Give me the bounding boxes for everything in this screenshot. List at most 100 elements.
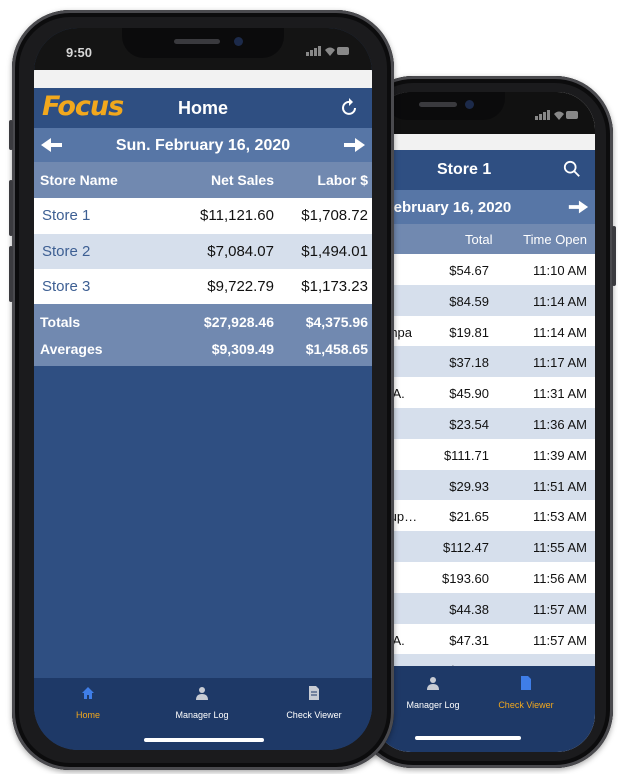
column-labor: Labor $: [317, 172, 368, 188]
totals-row: Totals $27,928.46 $4,375.96: [34, 307, 372, 334]
tab-manager-log[interactable]: Manager Log: [152, 686, 252, 720]
status-icons: [306, 46, 349, 56]
check-time-open: 11:36 AM: [533, 416, 587, 432]
tab-label: Check Viewer: [286, 710, 342, 720]
status-time: 9:50: [66, 45, 93, 60]
net-sales-value: $11,121.60: [200, 207, 274, 224]
tab-check-viewer[interactable]: Check Viewer: [264, 686, 364, 720]
check-time-open: 11:10 AM: [533, 263, 587, 278]
search-icon[interactable]: [563, 160, 581, 178]
notch: [122, 28, 284, 58]
tab-home[interactable]: Home: [38, 686, 138, 720]
tab-label: Check Viewer: [498, 700, 554, 710]
tab-label: Home: [75, 710, 100, 720]
check-time-open: 11:53 AM: [533, 509, 587, 525]
volume-down-button: [9, 246, 13, 302]
check-list: S.$54.6711:10 AM.$84.5911:14 AMcompa$19.…: [373, 254, 595, 686]
check-row[interactable]: .$44.3811:57 AM: [373, 592, 595, 624]
page-title: Home: [177, 98, 228, 118]
check-row[interactable]: Chup… $21.65 11:53 AM: [373, 500, 595, 531]
header: Focus Home: [34, 88, 372, 128]
averages-net-sales: $9,309.49: [211, 341, 274, 357]
refresh-icon[interactable]: [338, 97, 360, 119]
empty-content-area: [34, 366, 372, 678]
tab-label: Manager Log: [175, 710, 229, 720]
check-row[interactable]: N.$23.5411:36 AM: [373, 407, 595, 439]
status-spacer: [34, 70, 372, 88]
check-total: $29.93: [449, 478, 489, 494]
check-row[interactable]: $37.18 11:17 AM: [373, 346, 595, 378]
column-header: Total Time Open: [373, 224, 595, 254]
document-icon: [521, 676, 531, 690]
check-total: $37.18: [449, 355, 489, 371]
check-total: $45.90: [449, 386, 489, 402]
column-total: Total: [465, 232, 493, 247]
check-time-open: 11:31 AM: [533, 386, 587, 402]
summary-section: Totals $27,928.46 $4,375.96 Averages $9,…: [34, 304, 372, 366]
next-date-arrow-icon[interactable]: [567, 198, 589, 216]
check-total: $44.38: [449, 601, 489, 617]
check-time-open: 11:55 AM: [533, 540, 587, 556]
check-total: $23.54: [449, 416, 489, 432]
check-row[interactable]: S.$112.4711:55 AM: [373, 531, 595, 562]
check-row[interactable]: compa$19.8111:14 AM: [373, 316, 595, 347]
front-phone: 9:50 Focus Home Sun. February 16, 2020 S…: [9, 10, 394, 770]
store-row[interactable]: Store 3 $9,722.79 $1,173.23: [34, 269, 372, 305]
check-row[interactable]: EZ A.$47.3111:57 AM: [373, 624, 595, 655]
labor-value: $1,494.01: [301, 242, 368, 260]
store-row[interactable]: Store 2 $7,084.07 $1,494.01: [34, 233, 372, 269]
check-time-open: 11:17 AM: [533, 355, 587, 371]
totals-labor: $4,375.96: [305, 314, 368, 330]
home-indicator: [415, 736, 521, 740]
store-row[interactable]: Store 1 $11,121.60 $1,708.72: [34, 198, 372, 234]
check-total: $84.59: [449, 293, 489, 309]
document-icon: [309, 686, 319, 700]
check-row[interactable]: A.$111.7111:39 AM: [373, 439, 595, 470]
speaker: [174, 39, 220, 44]
date-label: Sun. February 16, 2020: [115, 137, 291, 154]
store-detail-screen: Store 1 n. February 16, 2020 Total Time …: [373, 92, 595, 752]
check-total: $112.47: [442, 540, 489, 556]
check-time-open: 11:14 AM: [533, 324, 587, 340]
check-row[interactable]: .$84.5911:14 AM: [373, 284, 595, 316]
store-name[interactable]: Store 2: [42, 243, 90, 260]
tab-bar: Manager Log Check Viewer: [373, 666, 595, 752]
next-date-arrow-icon[interactable]: [342, 136, 366, 154]
volume-up-button: [9, 180, 13, 236]
check-total: $111.71: [443, 447, 489, 463]
person-icon: [427, 677, 439, 690]
net-sales-value: $9,722.79: [207, 278, 274, 295]
home-indicator: [144, 738, 264, 742]
mute-switch: [9, 120, 13, 150]
tab-bar: Home Manager Log Check Viewer: [34, 678, 372, 750]
net-sales-value: $7,084.07: [207, 242, 274, 260]
averages-label: Averages: [40, 341, 103, 357]
tab-check-viewer[interactable]: Check Viewer: [491, 676, 561, 710]
column-store-name: Store Name: [40, 172, 118, 188]
power-button: [612, 226, 616, 286]
check-row[interactable]: $29.93 11:51 AM: [373, 469, 595, 501]
totals-net-sales: $27,928.46: [203, 314, 274, 330]
labor-value: $1,708.72: [301, 207, 368, 224]
status-bar: [373, 92, 595, 134]
column-header: Store Name Net Sales Labor $: [34, 162, 372, 198]
home-screen: 9:50 Focus Home Sun. February 16, 2020 S…: [34, 28, 372, 750]
check-row[interactable]: der$193.6011:56 AM: [373, 562, 595, 593]
camera: [465, 100, 474, 109]
tab-manager-log[interactable]: Manager Log: [403, 676, 463, 710]
status-spacer: [373, 134, 595, 150]
speaker: [419, 102, 457, 107]
check-row[interactable]: EZ A.$45.9011:31 AM: [373, 377, 595, 408]
check-total: $21.65: [449, 509, 489, 525]
header: Store 1: [373, 150, 595, 190]
date-bar: n. February 16, 2020: [373, 190, 595, 224]
store-name[interactable]: Store 1: [42, 207, 90, 224]
averages-row: Averages $9,309.49 $1,458.65: [34, 334, 372, 361]
store-name[interactable]: Store 3: [42, 278, 90, 295]
labor-value: $1,173.23: [301, 278, 368, 295]
totals-label: Totals: [40, 314, 81, 330]
check-row[interactable]: S.$54.6711:10 AM: [373, 254, 595, 285]
page-title: Store 1: [437, 161, 492, 178]
home-icon: [82, 687, 94, 699]
camera: [234, 37, 243, 46]
